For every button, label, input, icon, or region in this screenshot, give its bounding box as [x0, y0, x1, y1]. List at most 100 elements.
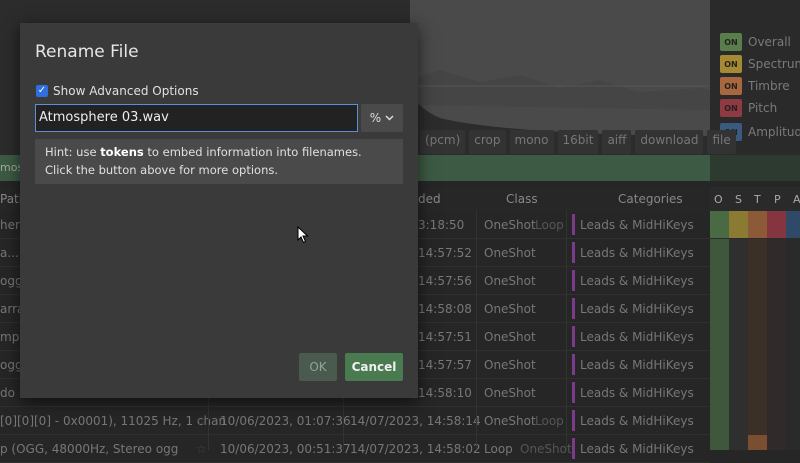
cell-class: OneShot — [484, 274, 536, 288]
category-color-bar — [572, 410, 575, 431]
mouse-cursor-icon — [297, 226, 309, 244]
cell-category: Leads & MidHiKeys — [580, 330, 694, 344]
cell-class-alt: Loop — [535, 218, 564, 232]
filter-on-badge[interactable]: ON — [720, 33, 742, 51]
filename-input[interactable]: Atmosphere 03.wav — [35, 104, 358, 132]
action-crop-button[interactable]: crop — [469, 130, 506, 154]
hint-line-2: Click the button above for more options. — [45, 163, 279, 177]
filter-timbre[interactable]: ON Timbre — [720, 76, 790, 96]
hint-box: Hint: use tokens to embed information in… — [35, 139, 403, 184]
side-strip — [710, 155, 800, 181]
cell-added: 14:57:51 — [418, 330, 472, 344]
cell-added: 14/07/2023, 14:58:02 — [350, 442, 481, 456]
ok-button[interactable]: OK — [299, 353, 337, 381]
action-mono-button[interactable]: mono — [509, 130, 554, 154]
filter-label: Pitch — [748, 101, 778, 115]
column-header-categories[interactable]: Categories — [618, 192, 683, 206]
cell-category: Leads & MidHiKeys — [580, 414, 694, 428]
grid-header-a: A — [793, 193, 800, 206]
score-column — [748, 239, 767, 450]
score-cell — [786, 211, 800, 238]
cell-path: a... — [0, 246, 19, 260]
action-pcm-button[interactable]: (pcm) — [420, 130, 466, 154]
cell-class: Loop — [484, 442, 513, 456]
cancel-button[interactable]: Cancel — [345, 353, 403, 381]
show-advanced-label[interactable]: Show Advanced Options — [53, 84, 199, 98]
show-advanced-checkbox[interactable]: ✓ — [36, 85, 48, 97]
cell-class: OneShot — [484, 386, 536, 400]
file-action-bar: (pcm) crop mono 16bit aiff download file — [420, 130, 736, 154]
cell-category: Leads & MidHiKeys — [580, 358, 694, 372]
filter-on-badge[interactable]: ON — [720, 55, 742, 73]
category-color-bar — [572, 438, 575, 459]
action-download-button[interactable]: download — [635, 130, 704, 154]
score-column — [767, 239, 786, 450]
cell-class: OneShot — [484, 246, 536, 260]
category-color-bar — [572, 270, 575, 291]
column-header-class[interactable]: Class — [506, 192, 538, 206]
grid-header-p: P — [774, 193, 781, 206]
filter-spectrum[interactable]: ON Spectrum — [720, 54, 800, 74]
filter-on-badge[interactable]: ON — [720, 99, 742, 117]
cell-category: Leads & MidHiKeys — [580, 246, 694, 260]
cell-added: 14:57:57 — [418, 358, 472, 372]
grid-header-s: S — [735, 193, 742, 206]
cell-category: Leads & MidHiKeys — [580, 442, 694, 456]
table-row[interactable]: [0][0][0] - 0x0001), 11025 Hz, 1 chan ☆ … — [0, 407, 710, 435]
token-button-label: % — [369, 111, 382, 125]
star-icon[interactable]: ☆ — [196, 414, 207, 428]
table-row[interactable]: p (OGG, 48000Hz, Stereo ogg ☆ 10/06/2023… — [0, 435, 710, 463]
star-icon[interactable]: ☆ — [196, 442, 207, 456]
action-aiff-button[interactable]: aiff — [602, 130, 632, 154]
token-menu-button[interactable]: % — [361, 104, 403, 132]
category-color-bar — [572, 298, 575, 319]
filter-label: Overall — [748, 35, 791, 49]
score-cell — [748, 211, 767, 238]
action-file-button[interactable]: file — [707, 130, 736, 154]
cell-class: OneShot — [484, 302, 536, 316]
category-color-bar — [572, 354, 575, 375]
filter-on-badge[interactable]: ON — [720, 77, 742, 95]
cell-class: OneShot — [484, 330, 536, 344]
cell-category: Leads & MidHiKeys — [580, 218, 694, 232]
category-color-bar — [572, 242, 575, 263]
cell-category: Leads & MidHiKeys — [580, 386, 694, 400]
score-column — [710, 239, 729, 450]
score-column — [729, 239, 748, 450]
category-color-bar — [572, 214, 575, 235]
cell-added: 14:57:56 — [418, 274, 472, 288]
score-cell — [767, 211, 786, 238]
score-cell — [748, 435, 767, 450]
cell-class-alt: Loop — [535, 414, 564, 428]
dialog-title: Rename File — [35, 42, 139, 62]
cell-added: 14/07/2023, 14:58:14 — [350, 414, 481, 428]
tokens-keyword: tokens — [100, 145, 144, 159]
cell-date: 10/06/2023, 01:07:36 — [220, 414, 351, 428]
cell-date: 10/06/2023, 00:51:37 — [220, 442, 351, 456]
show-advanced-options-row[interactable]: ✓ Show Advanced Options — [36, 84, 199, 98]
category-color-bar — [572, 382, 575, 403]
filter-pitch[interactable]: ON Pitch — [720, 98, 777, 118]
cell-added: 3:18:50 — [418, 218, 465, 232]
cell-class: OneShot — [484, 218, 536, 232]
chevron-down-icon — [385, 115, 394, 121]
cell-class: OneShot — [484, 414, 536, 428]
column-divider — [566, 211, 567, 450]
cell-class-alt: OneShot — [520, 442, 572, 456]
cell-path: [0][0][0] - 0x0001), 11025 Hz, 1 chan — [0, 414, 227, 428]
grid-header-t: T — [754, 193, 761, 206]
filter-label: Timbre — [748, 79, 790, 93]
column-header-added[interactable]: ded — [418, 192, 441, 206]
filter-label: Spectrum — [748, 57, 800, 71]
column-divider — [476, 211, 477, 450]
cell-added: 14:58:10 — [418, 386, 472, 400]
cell-path: p (OGG, 48000Hz, Stereo ogg — [0, 442, 179, 456]
cell-path: mp — [0, 330, 20, 344]
action-16bit-button[interactable]: 16bit — [557, 130, 599, 154]
cell-category: Leads & MidHiKeys — [580, 302, 694, 316]
analysis-score-grid: O S T P A — [710, 187, 800, 450]
cell-path: do — [0, 386, 15, 400]
filter-overall[interactable]: ON Overall — [720, 32, 791, 52]
score-cell — [729, 211, 748, 238]
hint-line-1: Hint: use tokens to embed information in… — [45, 145, 362, 159]
